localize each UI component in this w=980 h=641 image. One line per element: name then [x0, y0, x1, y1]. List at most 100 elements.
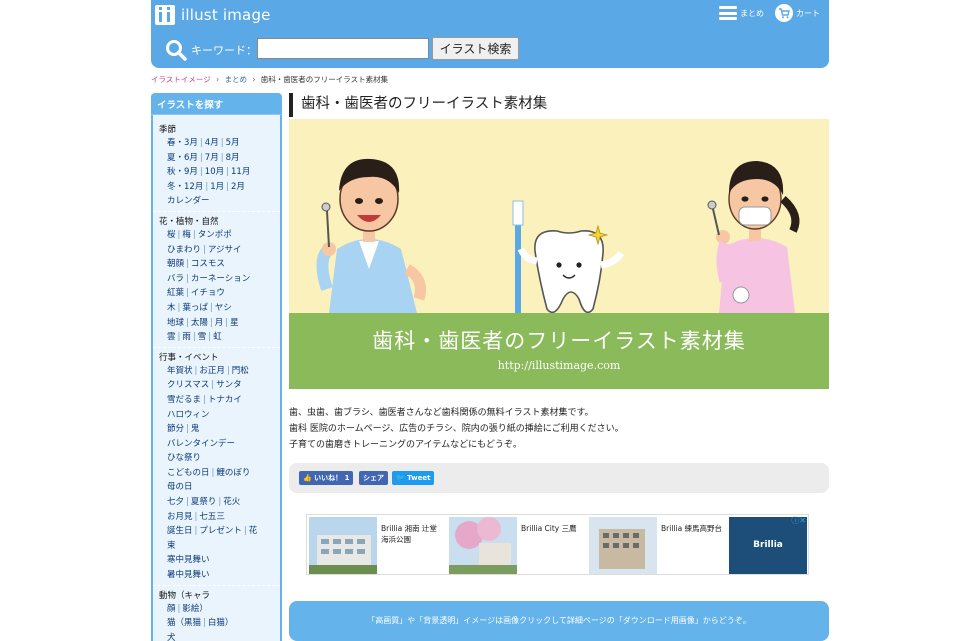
advertisement[interactable]: Brillia 湘南 辻堂 海浜公園 Brillia City 三鷹 Brill… [306, 514, 809, 575]
link-divider: | [226, 365, 230, 376]
ad-tile[interactable]: Brillia 練馬高野台 [589, 517, 727, 574]
sidebar-link[interactable]: 鬼 [191, 424, 200, 434]
search-button[interactable]: イラスト検索 [432, 37, 519, 60]
sidebar-link[interactable]: クリスマス [167, 380, 209, 390]
sidebar-link[interactable]: 7月 [205, 153, 219, 163]
sidebar-link[interactable]: 雨 [182, 332, 191, 342]
sidebar-category-title[interactable]: 季節 [159, 124, 276, 136]
sidebar-link[interactable]: 2月 [231, 182, 245, 192]
sidebar-link[interactable]: イチョウ [191, 288, 225, 298]
sidebar-category-title[interactable]: 動物（キャラ [159, 590, 276, 602]
sidebar-link[interactable]: 白猫） [208, 618, 234, 628]
sidebar-link[interactable]: 年賀状 [167, 366, 193, 376]
ad-tile-text: Brillia 湘南 辻堂 海浜公園 [381, 524, 437, 544]
sidebar-link-row: ひな祭り [167, 451, 276, 466]
tweet-button[interactable]: 🐦 Tweet [392, 471, 435, 485]
sidebar-link[interactable]: 4月 [205, 138, 219, 148]
sidebar-link[interactable]: 春・3月 [167, 138, 198, 148]
sidebar-link[interactable]: ヤシ [215, 303, 232, 313]
sidebar-link-row: 夏・6月 | 7月 | 8月 [167, 151, 276, 166]
sidebar-link[interactable]: 鯉のぼり [216, 468, 250, 478]
sidebar-link[interactable]: お月見 [167, 512, 193, 522]
sidebar-link[interactable]: 誕生日 [167, 526, 193, 536]
link-divider: | [186, 424, 189, 435]
sidebar-link[interactable]: 七五三 [199, 512, 225, 522]
sidebar-category-title[interactable]: 花・植物・自然 [159, 216, 276, 228]
hero-image[interactable]: 歯科・歯医者のフリーイラスト素材集 http://illustimage.com [289, 119, 829, 389]
sidebar-link[interactable]: アジサイ [208, 245, 242, 255]
sidebar-link[interactable]: サンタ [216, 380, 242, 390]
sidebar-link[interactable]: タンポポ [198, 230, 232, 240]
cart-button[interactable]: カート [775, 4, 820, 22]
sidebar-link[interactable]: 犬 [167, 633, 176, 641]
sidebar-link[interactable]: 母の日 [167, 482, 193, 492]
breadcrumb-home[interactable]: イラストイメージ [151, 75, 211, 84]
sidebar-link[interactable]: 葉っぱ [182, 303, 208, 313]
sidebar-link[interactable]: 花火 [223, 497, 240, 507]
sidebar-category-title[interactable]: 行事・イベント [159, 352, 276, 364]
sidebar-link-row: 顔 | 影絵） [167, 602, 276, 617]
sidebar-link[interactable]: 1月 [210, 182, 224, 192]
sidebar-link[interactable]: 雪 [198, 332, 207, 342]
sidebar-link[interactable]: ハロウィン [167, 410, 210, 420]
keyword-input[interactable] [257, 38, 429, 59]
sidebar-link[interactable]: 花 [249, 526, 258, 536]
sidebar-link[interactable]: 紅葉 [167, 288, 184, 298]
sidebar-link[interactable]: 11月 [231, 167, 250, 177]
breadcrumb-current: 歯科・歯医者のフリーイラスト素材集 [260, 75, 389, 84]
sidebar-link[interactable]: 秋・9月 [167, 167, 198, 177]
sidebar-link[interactable]: トナカイ [208, 395, 242, 405]
sidebar-link[interactable]: 暑中見舞い [167, 570, 210, 580]
sidebar-link[interactable]: バレンタインデー [167, 439, 235, 449]
site-logo[interactable]: illust image [155, 4, 271, 26]
facebook-like-button[interactable]: 👍 いいね！ 1 [299, 471, 354, 485]
sidebar-link[interactable]: 夏祭り [191, 497, 217, 507]
sidebar-link[interactable]: 虹 [213, 332, 222, 342]
sidebar-link[interactable]: 太陽 [191, 318, 208, 328]
ad-cherry-blossom-image [449, 517, 517, 574]
ad-tile[interactable]: Brillia City 三鷹 [449, 517, 587, 574]
sidebar-link[interactable]: 雪だるま [167, 395, 201, 405]
sidebar-link[interactable]: 束 [167, 541, 176, 551]
cart-icon [775, 4, 793, 22]
link-divider: | [199, 138, 203, 148]
sidebar-category: 動物（キャラ顔 | 影絵） 猫（黒猫 | 白猫）犬 [153, 584, 280, 641]
sidebar-link[interactable]: バラ [167, 274, 184, 284]
sidebar-link[interactable]: 雲 [167, 332, 176, 342]
sidebar-link[interactable]: コスモス [191, 259, 225, 269]
sidebar-link[interactable]: 月 [215, 318, 224, 328]
sidebar-link[interactable]: 地球 [167, 318, 184, 328]
ad-tile[interactable]: Brillia 湘南 辻堂 海浜公園 [309, 517, 447, 574]
sidebar-link-row: 節分 | 鬼 [167, 422, 276, 437]
sidebar-link[interactable]: 木 [167, 303, 176, 313]
menu-button[interactable]: まとめ [719, 4, 764, 22]
sidebar-link[interactable]: 朝顔 [167, 259, 184, 269]
link-divider: | [243, 526, 247, 537]
sidebar-link[interactable]: お正月 [199, 366, 225, 376]
sidebar-link[interactable]: 5月 [226, 138, 240, 148]
breadcrumb-matome[interactable]: まとめ [224, 75, 247, 84]
link-divider: | [186, 273, 189, 284]
sidebar-link[interactable]: 寒中見舞い [167, 555, 210, 565]
sidebar-link[interactable]: カレンダー [167, 196, 210, 206]
sidebar-link[interactable]: 10月 [205, 167, 224, 177]
sidebar-link[interactable]: 七夕 [167, 497, 184, 507]
sidebar-link[interactable]: 顔 [167, 604, 176, 614]
sidebar-link[interactable]: 星 [230, 318, 239, 328]
sidebar-link[interactable]: 梅 [182, 230, 191, 240]
sidebar-link[interactable]: ひな祭り [167, 453, 201, 463]
sidebar-link[interactable]: カーネーション [191, 274, 250, 284]
sidebar-link[interactable]: 門松 [232, 366, 249, 376]
facebook-share-button[interactable]: シェア [359, 471, 388, 485]
ad-choices-icon[interactable]: ⓘ✕ [791, 515, 806, 526]
sidebar-link[interactable]: 影絵） [182, 604, 208, 614]
sidebar-link[interactable]: 猫（黒猫 [167, 618, 201, 628]
sidebar-link[interactable]: 節分 [167, 424, 184, 434]
sidebar-link[interactable]: ひまわり [167, 245, 201, 255]
sidebar-link[interactable]: 夏・6月 [167, 153, 198, 163]
sidebar-link[interactable]: プレゼント [199, 526, 242, 536]
sidebar-link[interactable]: 8月 [226, 153, 240, 163]
sidebar-link[interactable]: 冬・12月 [167, 182, 203, 192]
sidebar-link[interactable]: こどもの日 [167, 468, 210, 478]
sidebar-link[interactable]: 桜 [167, 230, 176, 240]
